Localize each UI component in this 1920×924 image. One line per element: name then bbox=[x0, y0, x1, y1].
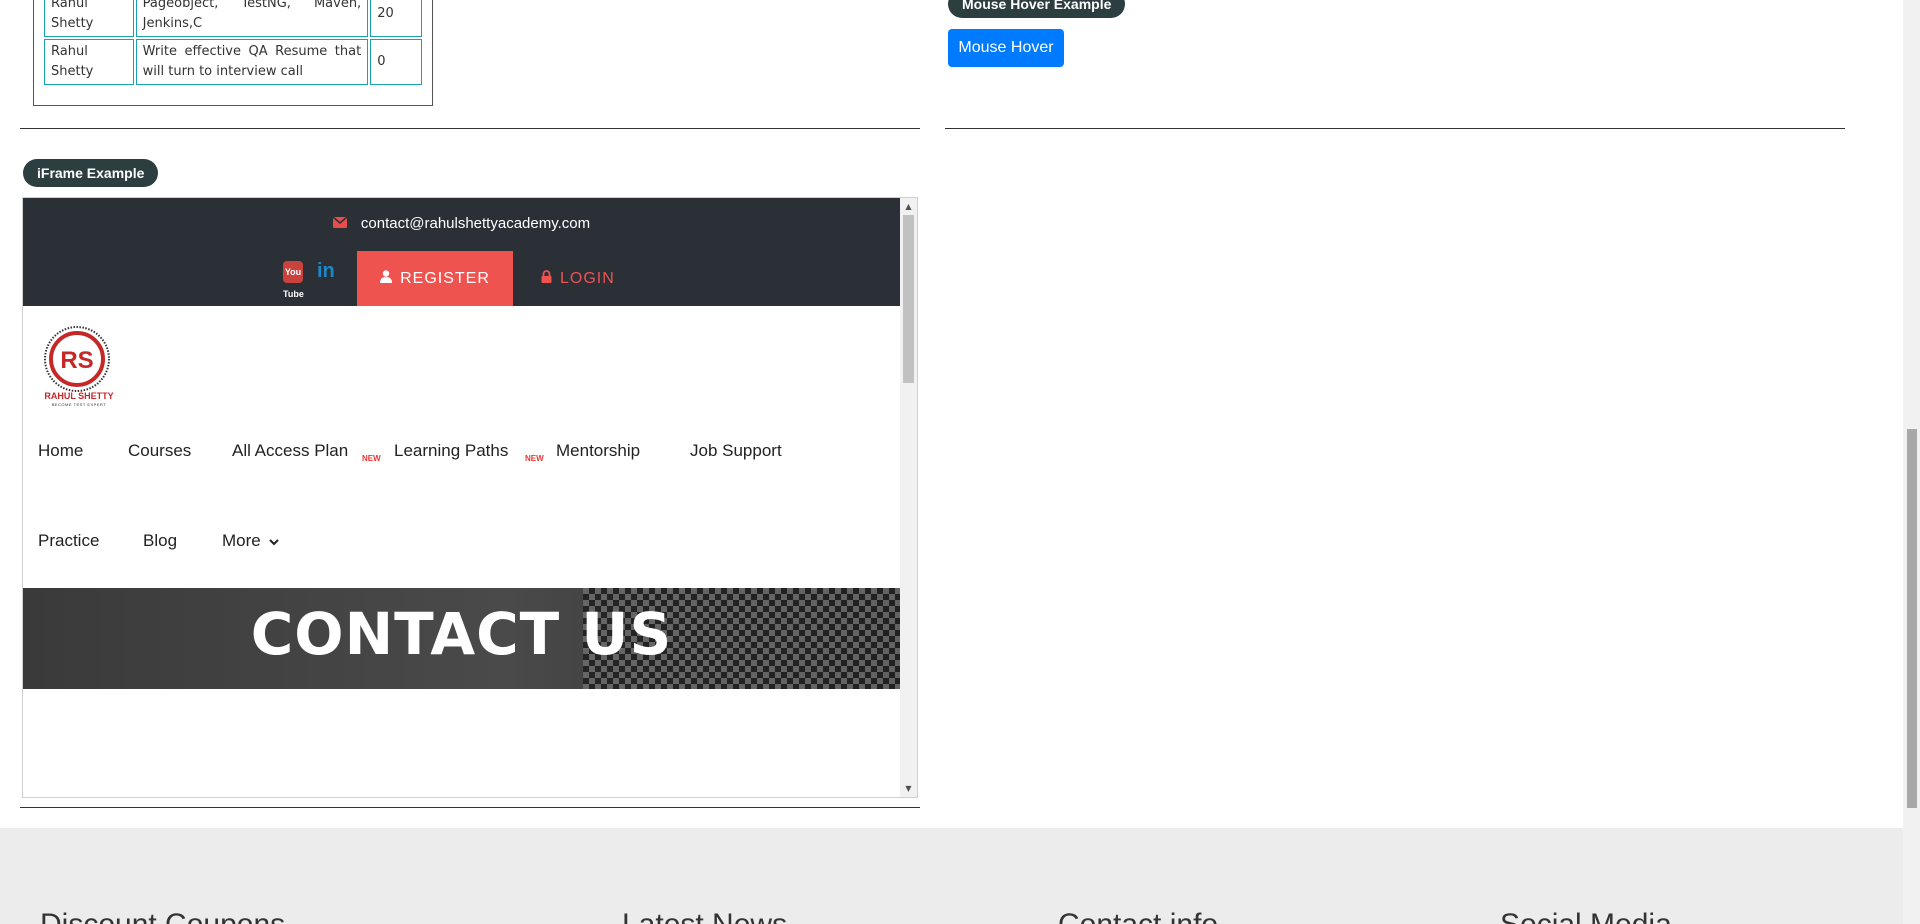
chevron-down-icon bbox=[269, 531, 280, 551]
price-cell: 20 bbox=[370, 0, 422, 37]
youtube-icon[interactable]: You Tube bbox=[283, 260, 304, 299]
lock-icon bbox=[541, 251, 552, 306]
login-button[interactable]: LOGIN bbox=[541, 251, 615, 306]
mouse-hover-badge: Mouse Hover Example bbox=[948, 0, 1126, 18]
new-badge: NEW bbox=[362, 454, 381, 463]
mouse-hover-button[interactable]: Mouse Hover bbox=[948, 29, 1064, 67]
nav-courses[interactable]: Courses bbox=[128, 441, 191, 461]
footer-heading-contact: Contact info bbox=[1058, 908, 1218, 924]
nav-practice[interactable]: Practice bbox=[38, 531, 99, 551]
price-cell: 0 bbox=[370, 39, 422, 85]
course-cell: Pageobject, TestNG, Maven, Jenkins,C bbox=[135, 0, 369, 37]
table-row: Rahul Shetty Pageobject, TestNG, Maven, … bbox=[44, 0, 422, 37]
footer: Discount Coupons Latest News Contact inf… bbox=[0, 828, 1903, 924]
section-divider bbox=[20, 128, 920, 129]
logo-tagline: BECOME TEST EXPERT bbox=[51, 402, 107, 407]
nav-more-label: More bbox=[222, 531, 261, 550]
iframe-badge: iFrame Example bbox=[23, 159, 159, 187]
footer-heading-discount: Discount Coupons bbox=[40, 908, 285, 924]
logo-text: RAHUL SHETTY bbox=[44, 391, 114, 401]
course-cell: Write effective QA Resume that will turn… bbox=[135, 39, 369, 85]
section-divider bbox=[20, 807, 920, 808]
nav-job-support[interactable]: Job Support bbox=[690, 441, 782, 461]
scroll-up-arrow-icon[interactable]: ▲ bbox=[900, 198, 917, 215]
nav-home[interactable]: Home bbox=[38, 441, 83, 461]
page-scrollbar-thumb[interactable] bbox=[1907, 429, 1917, 808]
nav-learning-paths[interactable]: Learning Paths bbox=[394, 441, 508, 461]
section-divider bbox=[945, 128, 1845, 129]
login-label: LOGIN bbox=[560, 270, 615, 287]
contact-hero-banner: CONTACT US bbox=[23, 588, 900, 689]
nav-all-access-plan[interactable]: All Access Plan bbox=[232, 441, 348, 461]
contact-email-text: contact@rahulshettyacademy.com bbox=[360, 215, 591, 232]
courses-table: Rahul Shetty Pageobject, TestNG, Maven, … bbox=[33, 0, 433, 106]
iframe-topbar: contact@rahulshettyacademy.com You Tube … bbox=[23, 198, 900, 306]
logo-monogram: RS bbox=[60, 347, 93, 374]
practice-page: Rahul Shetty Pageobject, TestNG, Maven, … bbox=[0, 0, 1920, 924]
nav-mentorship[interactable]: Mentorship bbox=[556, 441, 640, 461]
instructor-cell: Rahul Shetty bbox=[44, 0, 134, 37]
user-icon bbox=[380, 251, 393, 306]
nav-more[interactable]: More bbox=[222, 531, 280, 551]
scroll-down-arrow-icon[interactable]: ▼ bbox=[900, 780, 917, 797]
page-scrollbar[interactable] bbox=[1903, 0, 1920, 924]
linkedin-icon[interactable]: in bbox=[317, 260, 335, 283]
hero-title: CONTACT US bbox=[250, 600, 673, 668]
new-badge: NEW bbox=[525, 454, 544, 463]
register-button[interactable]: REGISTER bbox=[357, 251, 513, 306]
courses-iframe[interactable]: contact@rahulshettyacademy.com You Tube … bbox=[22, 197, 918, 798]
envelope-icon bbox=[332, 215, 348, 231]
instructor-cell: Rahul Shetty bbox=[44, 39, 134, 85]
contact-email[interactable]: contact@rahulshettyacademy.com bbox=[23, 215, 900, 232]
footer-heading-social: Social Media bbox=[1500, 908, 1672, 924]
table-row: Rahul Shetty Write effective QA Resume t… bbox=[44, 39, 422, 85]
rahul-shetty-logo[interactable]: RS RAHUL SHETTY BECOME TEST EXPERT bbox=[37, 324, 121, 410]
iframe-scrollbar[interactable]: ▲ ▼ bbox=[900, 198, 917, 797]
register-label: REGISTER bbox=[400, 270, 490, 287]
courses-table-grid: Rahul Shetty Pageobject, TestNG, Maven, … bbox=[42, 0, 424, 87]
nav-blog[interactable]: Blog bbox=[143, 531, 177, 551]
footer-heading-news: Latest News bbox=[622, 908, 787, 924]
social-links: You Tube in bbox=[283, 260, 335, 299]
iframe-scrollbar-thumb[interactable] bbox=[903, 215, 914, 383]
